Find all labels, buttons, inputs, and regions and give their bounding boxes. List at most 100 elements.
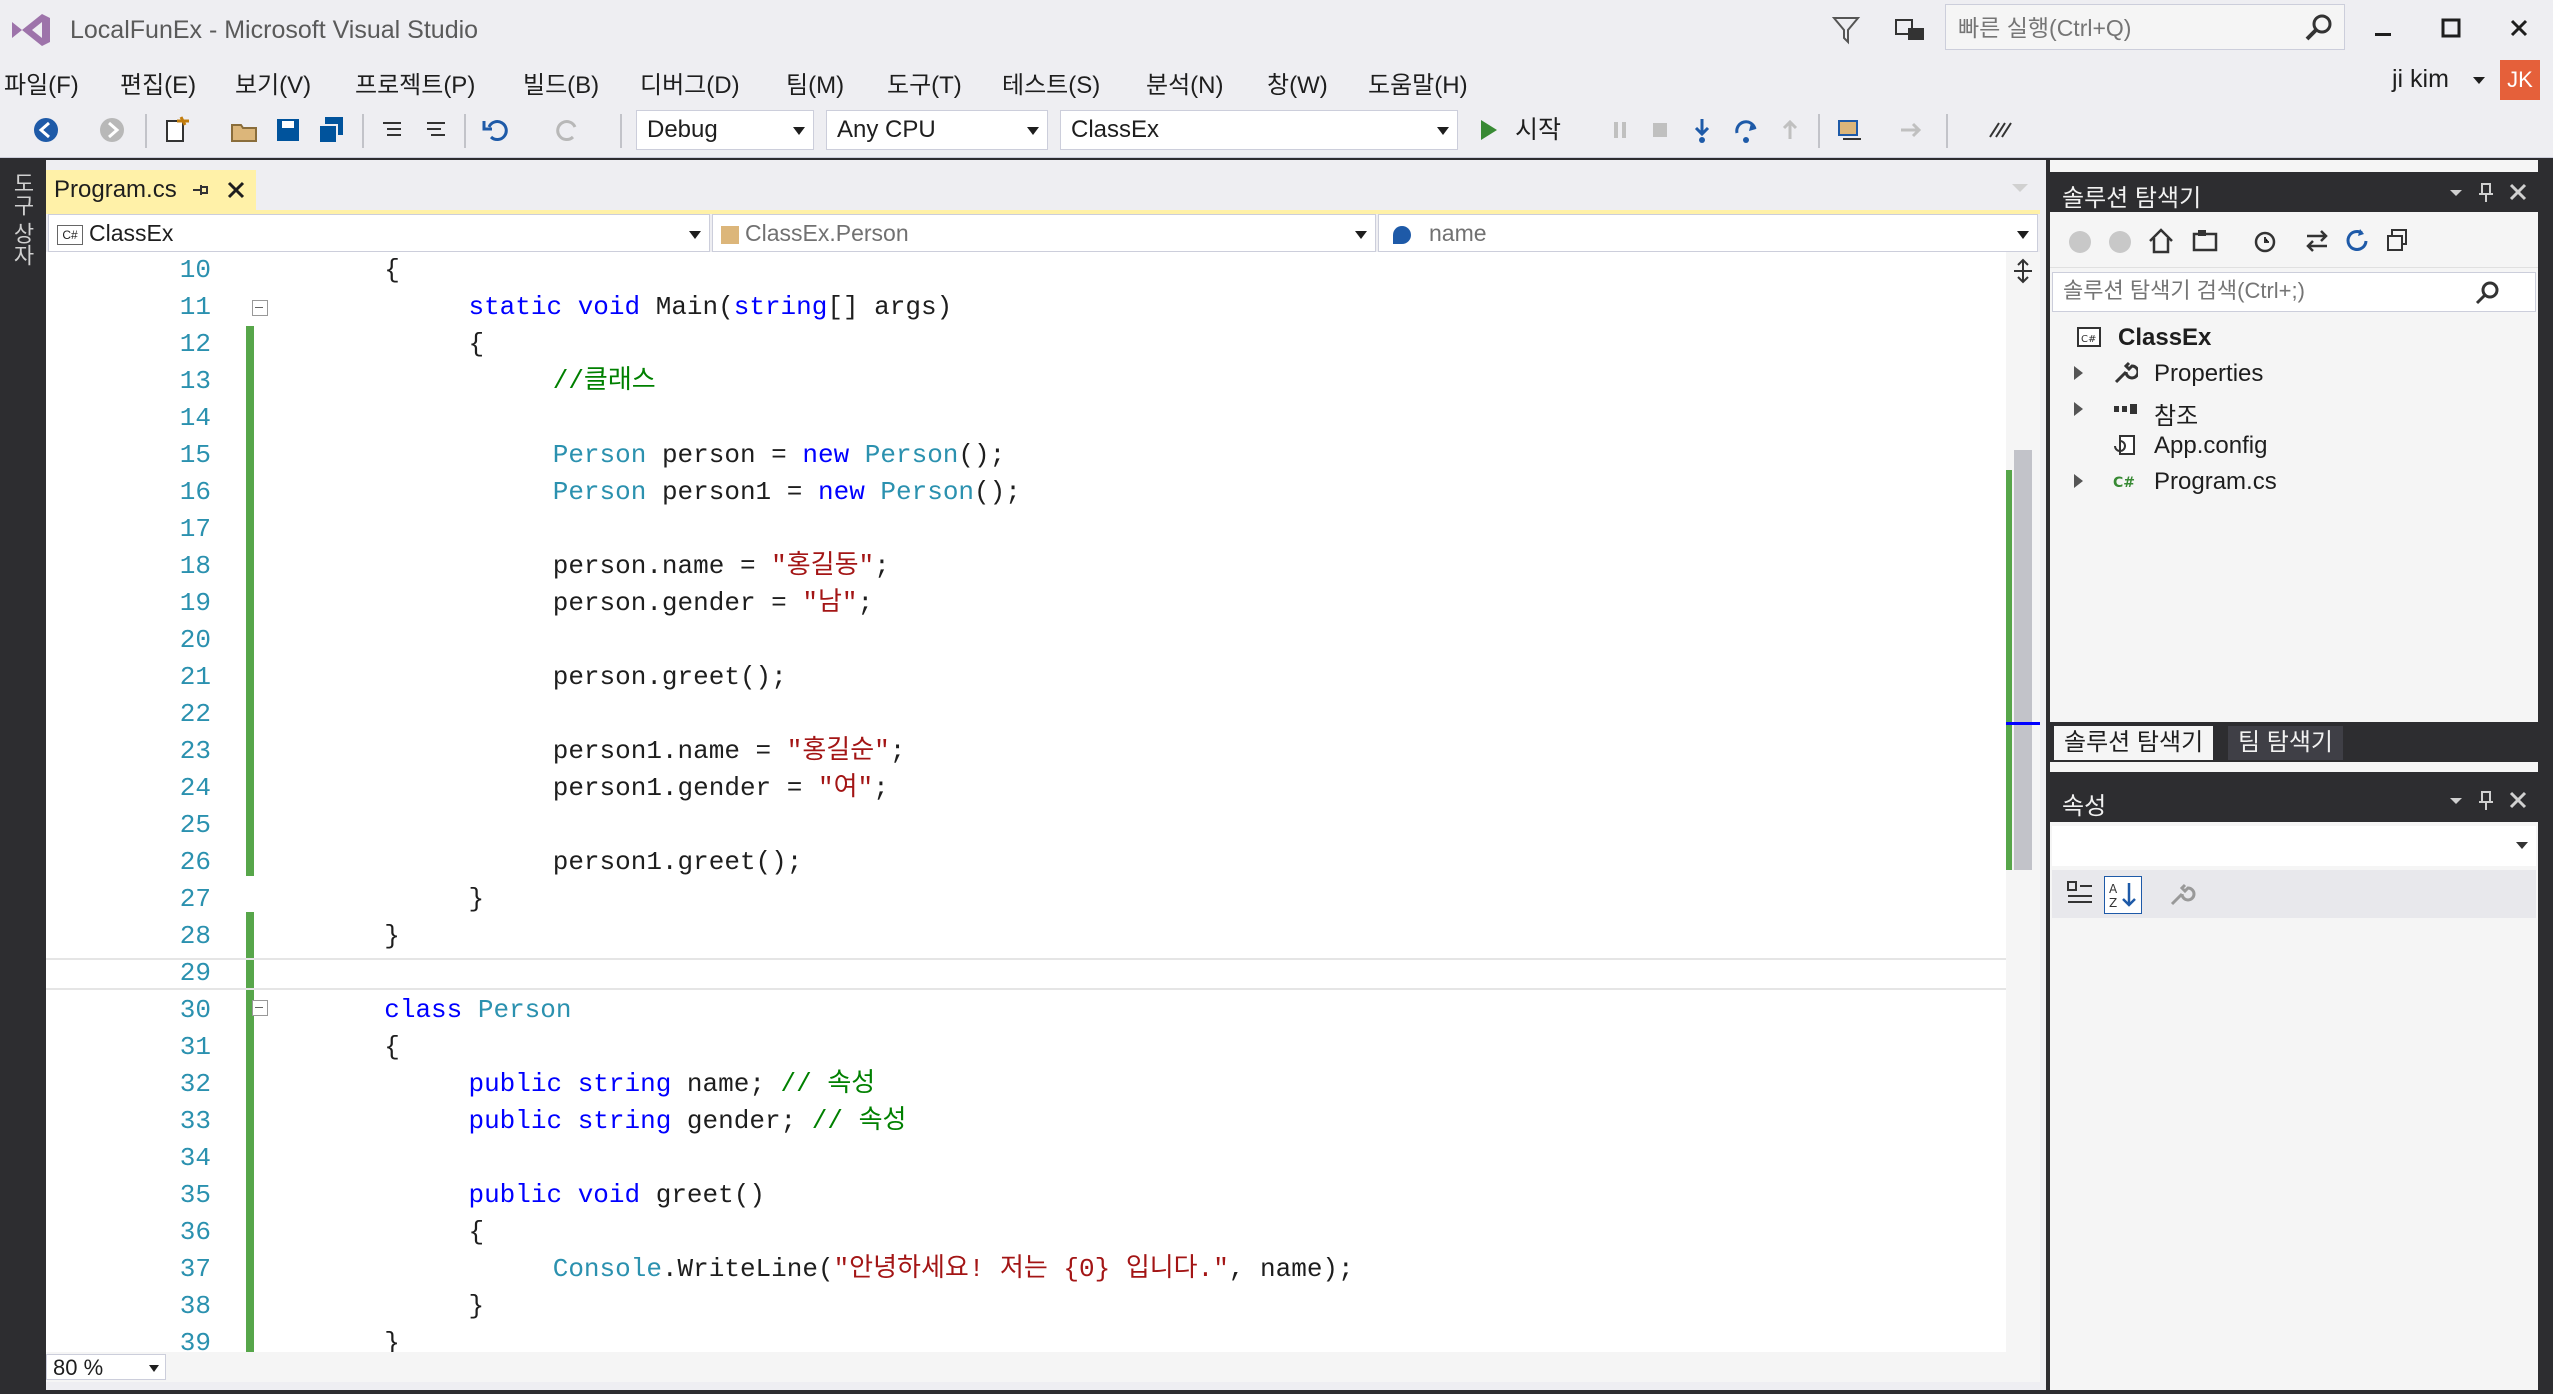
code-editor[interactable]: 10 {11 static void Main(string[] args) 12 {1… <box>46 252 2006 1352</box>
code-line[interactable]: 19 person.gender = "남"; <box>46 585 2006 622</box>
code-line[interactable]: 33 public string gender; // 속성 <box>46 1103 2006 1140</box>
notification-filter-icon[interactable] <box>1826 10 1866 50</box>
navigation-member-select[interactable]: name <box>1378 214 2038 252</box>
code-line[interactable]: 26 person1.greet(); <box>46 844 2006 881</box>
code-line[interactable]: 16 Person person1 = new Person(); <box>46 474 2006 511</box>
solution-configuration-select[interactable]: Debug <box>636 110 814 150</box>
save-all-icon[interactable] <box>312 110 352 150</box>
code-line[interactable]: 25 <box>46 807 2006 844</box>
menu-project[interactable]: 프로젝트(P) <box>355 65 475 100</box>
code-line[interactable]: 36 { <box>46 1214 2006 1251</box>
navigation-project-select[interactable]: C# ClassEx <box>48 214 710 252</box>
code-line[interactable]: 32 public string name; // 속성 <box>46 1066 2006 1103</box>
code-line[interactable]: 17 <box>46 511 2006 548</box>
toolbox-tab[interactable]: 도구 상자 <box>4 172 38 266</box>
property-pages-icon[interactable] <box>2166 878 2198 910</box>
menu-team[interactable]: 팀(M) <box>786 65 844 100</box>
tree-item-references[interactable]: 참조 <box>2154 396 2198 431</box>
tree-item-app-config[interactable]: App.config <box>2154 432 2267 460</box>
pending-changes-filter-icon[interactable] <box>2250 226 2280 256</box>
redo-icon[interactable] <box>548 110 588 150</box>
menu-analyze[interactable]: 분석(N) <box>1146 65 1223 100</box>
code-line[interactable]: 37 Console.WriteLine("안녕하세요! 저는 {0} 입니다."… <box>46 1251 2006 1288</box>
menu-tools[interactable]: 도구(T) <box>887 65 962 100</box>
code-line[interactable]: 13 //클래스 <box>46 363 2006 400</box>
tab-overflow-icon[interactable] <box>2010 180 2030 196</box>
close-window-button[interactable] <box>2486 0 2552 56</box>
solution-platform-select[interactable]: Any CPU <box>826 110 1048 150</box>
code-line[interactable]: 23 person1.name = "홍길순"; <box>46 733 2006 770</box>
save-icon[interactable] <box>268 110 308 150</box>
tree-item-project[interactable]: ClassEx <box>2118 324 2211 352</box>
sync-with-active-document-icon[interactable] <box>2302 226 2332 256</box>
menu-edit[interactable]: 편집(E) <box>120 65 196 100</box>
collapse-all-icon[interactable] <box>2382 226 2412 256</box>
code-line[interactable]: 21 person.greet(); <box>46 659 2006 696</box>
pin-icon[interactable] <box>191 180 211 200</box>
maximize-button[interactable] <box>2418 0 2484 56</box>
code-line[interactable]: 14 <box>46 400 2006 437</box>
uncomment-lines-icon[interactable] <box>416 110 456 150</box>
scrollbar-thumb[interactable] <box>2014 450 2032 870</box>
step-over-icon[interactable] <box>1726 110 1766 150</box>
code-line[interactable]: 12 { <box>46 326 2006 363</box>
code-line[interactable]: 20 <box>46 622 2006 659</box>
code-line[interactable]: 34 <box>46 1140 2006 1177</box>
user-name[interactable]: ji kim <box>2392 65 2449 94</box>
code-line[interactable]: 38} <box>46 1288 2006 1325</box>
code-line[interactable]: 18 person.name = "홍길동"; <box>46 548 2006 585</box>
expand-arrow-icon[interactable] <box>2074 474 2083 488</box>
expand-arrow-icon[interactable] <box>2074 402 2083 416</box>
refresh-icon[interactable] <box>2342 226 2372 256</box>
code-line[interactable]: 10 { <box>46 252 2006 289</box>
categorized-icon[interactable] <box>2064 878 2096 910</box>
startup-project-select[interactable]: ClassEx <box>1060 110 1458 150</box>
solution-explorer-search[interactable] <box>2052 272 2536 312</box>
code-line[interactable]: 35 public void greet() <box>46 1177 2006 1214</box>
tree-item-program-cs[interactable]: Program.cs <box>2154 468 2277 496</box>
code-line[interactable]: 22 <box>46 696 2006 733</box>
close-tab-icon[interactable] <box>224 178 248 202</box>
new-project-icon[interactable] <box>156 110 196 150</box>
navigate-forward-icon[interactable] <box>92 110 132 150</box>
toolbar-overflow-icon[interactable] <box>1980 110 2020 150</box>
code-line[interactable]: 39} <box>46 1325 2006 1352</box>
split-window-icon[interactable] <box>2008 256 2038 286</box>
expand-arrow-icon[interactable] <box>2074 366 2083 380</box>
navigation-type-select[interactable]: ClassEx.Person <box>712 214 1376 252</box>
user-dropdown-icon[interactable] <box>2472 76 2486 86</box>
quick-launch-box[interactable] <box>1945 4 2345 50</box>
comment-lines-icon[interactable] <box>372 110 412 150</box>
horizontal-scrollbar[interactable] <box>46 1352 2040 1382</box>
code-line[interactable]: 28} <box>46 918 2006 955</box>
close-icon[interactable] <box>2506 788 2530 812</box>
undo-icon[interactable] <box>476 110 516 150</box>
tab-team-explorer[interactable]: 팀 탐색기 <box>2228 726 2343 760</box>
show-threads-icon[interactable] <box>1830 110 1870 150</box>
start-debugging-icon[interactable] <box>1468 110 1508 150</box>
menu-view[interactable]: 보기(V) <box>235 65 311 100</box>
home-icon[interactable] <box>2146 226 2176 256</box>
tree-item-properties[interactable]: Properties <box>2154 360 2263 388</box>
tab-program-cs[interactable]: Program.cs <box>46 170 256 210</box>
menu-debug[interactable]: 디버그(D) <box>640 65 740 100</box>
code-line[interactable]: 30 class Person <box>46 992 2006 1029</box>
pin-icon[interactable] <box>2474 788 2498 812</box>
step-into-icon[interactable] <box>1682 110 1722 150</box>
switch-views-icon[interactable] <box>2190 226 2220 256</box>
properties-object-select[interactable] <box>2052 826 2536 866</box>
search-icon[interactable] <box>2302 11 2336 45</box>
menu-build[interactable]: 빌드(B) <box>523 65 599 100</box>
feedback-icon[interactable] <box>1890 10 1930 50</box>
minimize-button[interactable] <box>2350 0 2416 56</box>
menu-window[interactable]: 창(W) <box>1267 65 1328 100</box>
menu-test[interactable]: 테스트(S) <box>1002 65 1100 100</box>
close-icon[interactable] <box>2506 180 2530 204</box>
user-avatar[interactable]: JK <box>2500 60 2540 100</box>
navigate-back-icon[interactable] <box>26 110 66 150</box>
code-line[interactable]: 27} <box>46 881 2006 918</box>
panel-dropdown-icon[interactable] <box>2444 788 2468 812</box>
search-icon[interactable] <box>2473 279 2501 307</box>
menu-help[interactable]: 도움말(H) <box>1368 65 1468 100</box>
alphabetical-icon[interactable]: AZ <box>2104 876 2142 914</box>
